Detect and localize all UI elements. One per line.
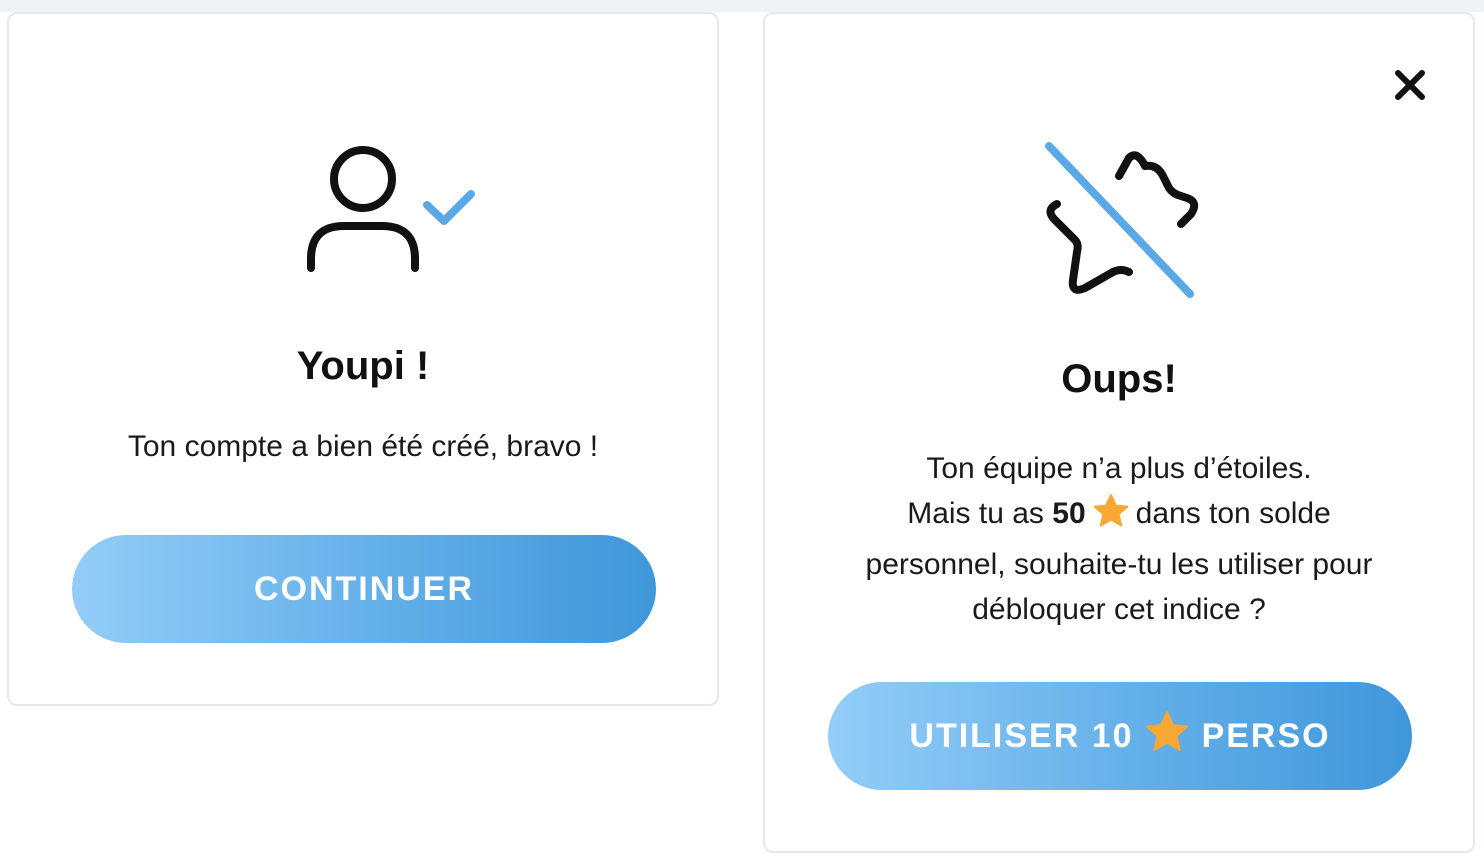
message-line-4: débloquer cet indice ? — [972, 593, 1266, 626]
out-of-stars-message: Ton équipe n’a plus d’étoiles. Mais tu a… — [765, 446, 1473, 632]
use-personal-stars-button[interactable]: UTILISER 10 PERSO — [828, 682, 1412, 790]
continue-button[interactable]: CONTINUER — [72, 535, 656, 643]
success-message: Ton compte a bien été créé, bravo ! — [127, 430, 599, 463]
user-check-icon — [299, 142, 479, 292]
use-button-suffix: PERSO — [1201, 716, 1331, 755]
star-icon — [1144, 710, 1190, 763]
message-line-2-suffix: dans ton solde — [1135, 497, 1331, 530]
use-button-prefix: UTILISER 10 — [909, 716, 1134, 755]
message-line-2-prefix: Mais tu as — [907, 497, 1044, 530]
no-star-icon — [1035, 136, 1205, 312]
personal-balance: 50 — [1052, 497, 1086, 530]
message-line-3: personnel, souhaite-tu les utiliser pour — [865, 548, 1373, 581]
close-icon — [1395, 70, 1425, 100]
success-title: Youpi ! — [296, 344, 430, 388]
message-line-1: Ton équipe n’a plus d’étoiles. — [926, 452, 1312, 485]
close-button[interactable] — [1383, 58, 1437, 112]
star-icon — [1092, 493, 1130, 542]
error-title: Oups! — [1061, 357, 1177, 401]
message-line-2: Mais tu as 50 dans ton solde — [765, 491, 1473, 542]
account-created-card: Youpi ! Ton compte a bien été créé, brav… — [7, 12, 719, 706]
out-of-stars-card: Oups! Ton équipe n’a plus d’étoiles. Mai… — [763, 12, 1475, 853]
